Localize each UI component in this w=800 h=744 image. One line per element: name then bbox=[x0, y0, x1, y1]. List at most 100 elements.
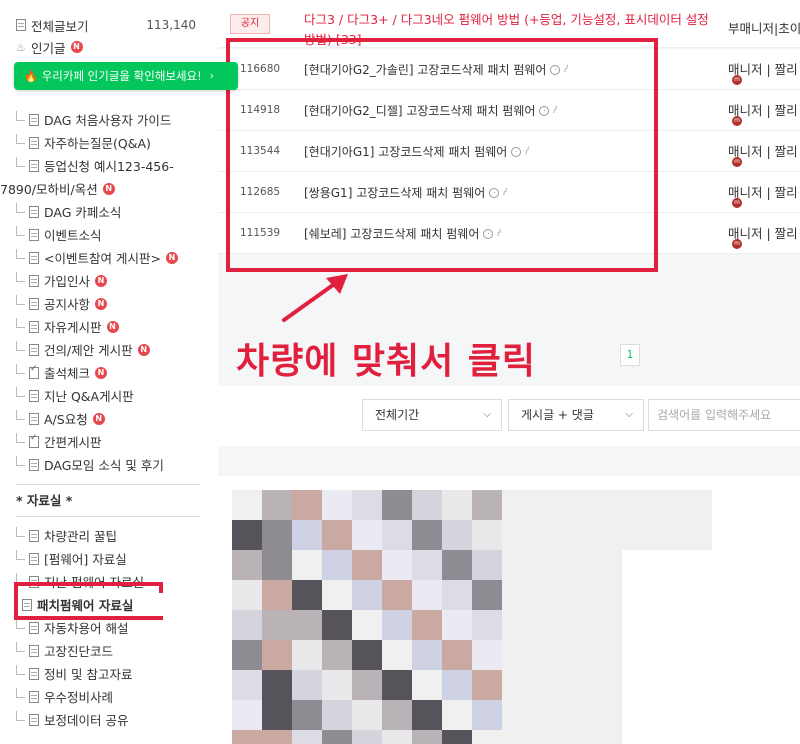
blur-pixel bbox=[262, 640, 292, 670]
sidebar-menu-label: 패치펌웨어 자료실 bbox=[37, 598, 134, 613]
sidebar-menu-item[interactable]: 건의/제안 게시판 N bbox=[16, 338, 202, 361]
blur-pixel bbox=[442, 610, 472, 640]
member-level-icon: m bbox=[732, 239, 742, 249]
blur-pixel bbox=[352, 580, 382, 610]
sidebar-menu-item[interactable]: 자주하는질문(Q&A) bbox=[16, 131, 202, 154]
blur-pixel bbox=[592, 490, 622, 520]
blur-pixel bbox=[592, 550, 622, 580]
page-button[interactable]: 1 bbox=[620, 344, 640, 366]
blur-pixel bbox=[592, 730, 622, 744]
tree-branch bbox=[16, 687, 25, 698]
popular-label: 인기글 bbox=[31, 40, 66, 56]
sidebar-menu-label: DAG 카페소식 bbox=[44, 205, 122, 220]
search-input[interactable] bbox=[648, 399, 800, 431]
sidebar-menu-item[interactable]: 우수정비사례 bbox=[16, 685, 202, 708]
all-posts-count: 113,140 bbox=[146, 18, 196, 32]
blur-pixel bbox=[652, 490, 682, 520]
blur-pixel bbox=[262, 700, 292, 730]
all-posts-link[interactable]: 전체글보기 113,140 bbox=[16, 14, 196, 36]
section-title-archive: * 자료실 * bbox=[16, 493, 73, 508]
sidebar-divider bbox=[16, 516, 200, 517]
document-icon bbox=[29, 159, 39, 172]
blur-pixel bbox=[562, 520, 592, 550]
sidebar-menu-label: 출석체크 bbox=[44, 366, 91, 381]
sidebar-menu-item[interactable]: 공지사항 N bbox=[16, 292, 202, 315]
blur-pixel bbox=[472, 550, 502, 580]
blur-pixel bbox=[502, 700, 532, 730]
blur-pixel bbox=[232, 730, 262, 744]
sidebar-menu-item[interactable]: A/S요청 N bbox=[16, 407, 202, 430]
blur-pixel bbox=[562, 700, 592, 730]
notice-author[interactable]: 부매니저|초이 bbox=[728, 18, 800, 37]
blur-pixel bbox=[322, 580, 352, 610]
document-icon bbox=[29, 297, 39, 310]
blur-pixel bbox=[532, 580, 562, 610]
scope-select-value: 게시글 + 댓글 bbox=[521, 408, 594, 422]
blur-pixel bbox=[262, 520, 292, 550]
checkbox-doc-icon bbox=[29, 433, 39, 448]
document-icon bbox=[29, 343, 39, 356]
blur-pixel bbox=[472, 640, 502, 670]
tree-branch bbox=[16, 549, 25, 560]
sidebar-menu-item[interactable]: 등업신청 예시123-456- bbox=[16, 154, 202, 177]
blur-pixel bbox=[292, 580, 322, 610]
arrow-up-right-icon bbox=[282, 274, 348, 322]
sidebar-menu-label: 정비 및 참고자료 bbox=[44, 667, 133, 682]
tree-branch bbox=[16, 710, 25, 721]
sidebar-menu-item[interactable]: DAG 처음사용자 가이드 bbox=[16, 108, 202, 131]
blur-pixel bbox=[262, 550, 292, 580]
sidebar-menu-item[interactable]: [펌웨어] 자료실 bbox=[16, 547, 202, 570]
sidebar-menu-item[interactable]: 자유게시판 N bbox=[16, 315, 202, 338]
document-icon bbox=[29, 529, 39, 542]
blur-pixel bbox=[382, 520, 412, 550]
sidebar-menu-item[interactable]: <이벤트참여 게시판> N bbox=[16, 246, 202, 269]
sidebar-menu-label: DAG 처음사용자 가이드 bbox=[44, 113, 172, 128]
blur-pixel bbox=[592, 700, 622, 730]
sidebar-top: 전체글보기 113,140 ♨ 인기글 N bbox=[16, 14, 196, 58]
blur-pixel bbox=[352, 490, 382, 520]
blur-pixel bbox=[592, 670, 622, 700]
document-icon bbox=[29, 274, 39, 287]
sidebar-menu-item[interactable]: 출석체크 N bbox=[16, 361, 202, 384]
sidebar-menu-item[interactable]: 간편게시판 bbox=[16, 430, 202, 453]
tree-branch bbox=[16, 317, 25, 328]
notice-tag: 공지 bbox=[230, 14, 270, 34]
tree-branch bbox=[16, 386, 25, 397]
blur-pixel bbox=[622, 490, 652, 520]
chevron-down-icon: ⌵ bbox=[483, 409, 491, 420]
blur-pixel bbox=[322, 610, 352, 640]
popular-posts-link[interactable]: ♨ 인기글 N bbox=[16, 36, 196, 58]
blur-pixel bbox=[322, 670, 352, 700]
blur-pixel bbox=[472, 520, 502, 550]
member-level-icon: m bbox=[732, 157, 742, 167]
tree-branch bbox=[16, 156, 25, 167]
period-select[interactable]: 전체기간 ⌵ bbox=[362, 399, 502, 431]
sidebar-menu-item[interactable]: 가입인사 N bbox=[16, 269, 202, 292]
sidebar-menu-item[interactable]: 보정데이터 공유 bbox=[16, 708, 202, 731]
blur-pixel bbox=[502, 580, 532, 610]
blur-pixel bbox=[502, 490, 532, 520]
blur-pixel bbox=[322, 550, 352, 580]
tree-branch bbox=[16, 363, 25, 374]
sidebar-menu-item[interactable]: 차량관리 꿀팁 bbox=[16, 524, 202, 547]
blur-pixel bbox=[502, 670, 532, 700]
sidebar-menu-item[interactable]: 이벤트소식 bbox=[16, 223, 202, 246]
popular-posts-banner-button[interactable]: 🔥 우리카페 인기글을 확인해보세요! › bbox=[14, 62, 238, 90]
sidebar-menu-item[interactable]: 고장진단코드 bbox=[16, 639, 202, 662]
tree-branch bbox=[16, 618, 25, 629]
blur-pixel bbox=[262, 670, 292, 700]
sidebar-item-patch-firmware[interactable]: 패치펌웨어 자료실 bbox=[22, 593, 202, 616]
sidebar-menu-item[interactable]: 정비 및 참고자료 bbox=[16, 662, 202, 685]
blur-pixel bbox=[262, 730, 292, 744]
blur-pixel bbox=[502, 550, 532, 580]
sidebar-menu-item[interactable]: 7890/모하비/옥션 N bbox=[0, 177, 202, 200]
sidebar-menu-item[interactable]: 지난 Q&A게시판 bbox=[16, 384, 202, 407]
document-icon bbox=[29, 228, 39, 241]
tree-branch bbox=[16, 202, 25, 213]
sidebar-menu-item[interactable]: DAG모임 소식 및 후기 bbox=[16, 453, 202, 476]
blur-pixel bbox=[352, 520, 382, 550]
blur-pixel bbox=[472, 700, 502, 730]
scope-select[interactable]: 게시글 + 댓글 ⌵ bbox=[508, 399, 644, 431]
sidebar-menu-item[interactable]: DAG 카페소식 bbox=[16, 200, 202, 223]
chevron-down-icon: ⌵ bbox=[625, 409, 633, 420]
